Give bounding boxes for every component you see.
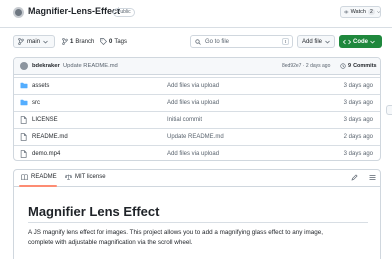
header-divider bbox=[0, 27, 392, 28]
commit-message[interactable]: Update README.md bbox=[63, 63, 118, 69]
file-icon bbox=[20, 133, 27, 141]
watch-count: 2 bbox=[367, 9, 375, 15]
tags-link[interactable]: 0 Tags bbox=[100, 35, 127, 48]
tab-license[interactable]: MIT license bbox=[65, 174, 106, 180]
author-avatar[interactable] bbox=[20, 62, 28, 70]
tab-readme-label: README bbox=[31, 174, 57, 180]
tab-license-label: MIT license bbox=[75, 174, 106, 180]
commits-count: 9 bbox=[348, 63, 352, 69]
code-button[interactable]: Code bbox=[339, 35, 382, 48]
readme-panel: README MIT license Magnifier Lens Effect… bbox=[13, 169, 381, 259]
owner-avatar[interactable] bbox=[13, 7, 24, 18]
tags-label: Tags bbox=[114, 38, 128, 45]
readme-paragraph-line: complete with adjustable magnification v… bbox=[28, 239, 193, 246]
folder-icon bbox=[20, 99, 28, 106]
branches-count: 1 bbox=[70, 38, 74, 45]
file-name[interactable]: assets bbox=[32, 83, 49, 89]
file-row-demo[interactable]: demo.mp4 Add files via upload 3 days ago bbox=[14, 145, 380, 160]
file-name[interactable]: src bbox=[32, 100, 40, 106]
file-name[interactable]: LICENSE bbox=[32, 117, 58, 123]
branch-icon bbox=[62, 38, 68, 45]
commits-label: Commits bbox=[353, 63, 377, 69]
eye-icon bbox=[344, 10, 349, 14]
latest-commit-bar: bdekraker Update README.md 8ed92e7 · 2 d… bbox=[14, 58, 380, 75]
file-commit-message[interactable]: Add files via upload bbox=[167, 151, 219, 157]
side-panel-toggle[interactable] bbox=[386, 105, 392, 115]
code-label: Code bbox=[353, 38, 368, 45]
commits-link[interactable]: 9 Commits bbox=[340, 63, 377, 69]
branch-select-button[interactable]: main bbox=[13, 35, 55, 48]
tags-count: 0 bbox=[109, 38, 113, 45]
add-file-button[interactable]: Add file bbox=[297, 35, 335, 48]
go-to-file-placeholder: Go to file bbox=[205, 38, 230, 45]
readme-title-divider bbox=[28, 222, 368, 223]
chevron-down-icon bbox=[370, 40, 375, 44]
readme-paragraph: A JS magnify lens effect for images. Thi… bbox=[28, 228, 368, 248]
watch-label: Watch bbox=[350, 9, 366, 15]
branch-name: main bbox=[27, 38, 41, 45]
visibility-badge: Public bbox=[113, 8, 135, 17]
pencil-icon[interactable] bbox=[351, 174, 358, 181]
commit-author[interactable]: bdekraker bbox=[32, 63, 60, 69]
branch-icon bbox=[18, 38, 24, 45]
branches-link[interactable]: 1 Branch bbox=[62, 35, 94, 48]
repo-name[interactable]: Magnifier-Lens-Effect bbox=[28, 6, 120, 16]
file-row-readme[interactable]: README.md Update README.md 2 days ago bbox=[14, 128, 380, 145]
scale-icon bbox=[65, 174, 72, 180]
readme-tabs: README MIT license bbox=[14, 170, 380, 187]
chevron-down-icon bbox=[43, 40, 48, 44]
chevron-down-icon bbox=[376, 11, 380, 13]
history-icon bbox=[340, 63, 346, 69]
readme-title: Magnifier Lens Effect bbox=[28, 204, 160, 219]
go-to-file-input[interactable]: Go to file t bbox=[190, 35, 293, 48]
file-name[interactable]: demo.mp4 bbox=[32, 151, 60, 157]
file-commit-message[interactable]: Add files via upload bbox=[167, 100, 219, 106]
watch-button[interactable]: Watch 2 bbox=[340, 6, 381, 18]
file-date: 3 days ago bbox=[343, 151, 373, 157]
repo-header: Magnifier-Lens-Effect Public Watch 2 bbox=[0, 0, 392, 27]
file-name[interactable]: README.md bbox=[32, 134, 68, 140]
file-date: 3 days ago bbox=[343, 100, 373, 106]
file-commit-message[interactable]: Initial commit bbox=[167, 117, 202, 123]
file-icon bbox=[20, 150, 27, 158]
file-row-assets[interactable]: assets Add files via upload 3 days ago bbox=[14, 77, 380, 94]
outline-list-icon[interactable] bbox=[369, 174, 376, 181]
file-row-src[interactable]: src Add files via upload 3 days ago bbox=[14, 94, 380, 111]
chevron-down-icon bbox=[325, 40, 330, 44]
file-date: 3 days ago bbox=[343, 117, 373, 123]
shortcut-key-badge: t bbox=[282, 38, 289, 45]
tag-icon bbox=[100, 38, 107, 45]
file-date: 2 days ago bbox=[343, 134, 373, 140]
file-browser: bdekraker Update README.md 8ed92e7 · 2 d… bbox=[13, 57, 381, 161]
book-icon bbox=[21, 174, 28, 180]
file-commit-message[interactable]: Update README.md bbox=[167, 134, 224, 140]
commit-hash-time[interactable]: 8ed92e7 · 2 days ago bbox=[282, 63, 330, 69]
code-brackets-icon bbox=[343, 39, 351, 44]
file-date: 3 days ago bbox=[343, 83, 373, 89]
add-file-label: Add file bbox=[302, 38, 323, 45]
readme-paragraph-line: A JS magnify lens effect for images. Thi… bbox=[28, 229, 324, 236]
file-row-license[interactable]: LICENSE Initial commit 3 days ago bbox=[14, 111, 380, 128]
tab-readme[interactable]: README bbox=[21, 174, 57, 180]
active-tab-indicator bbox=[19, 185, 57, 187]
file-icon bbox=[20, 116, 27, 124]
search-icon bbox=[195, 38, 201, 45]
file-commit-message[interactable]: Add files via upload bbox=[167, 83, 219, 89]
folder-icon bbox=[20, 82, 28, 89]
branches-label: Branch bbox=[75, 38, 95, 45]
